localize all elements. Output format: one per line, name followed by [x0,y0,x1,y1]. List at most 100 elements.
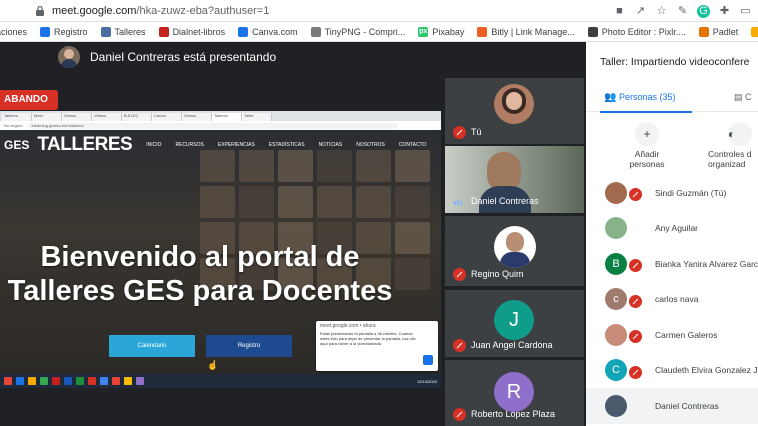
muted-mic-icon [629,188,642,201]
star-icon[interactable]: ☆ [655,5,668,18]
bookmark-label: Canva.com [252,26,298,37]
bookmark-label: aciones [0,26,28,37]
participant-name: Bianka Yanira Alvarez Garcia [655,258,758,269]
bookmark-item[interactable]: Padlet [698,26,739,37]
muted-mic-icon [629,294,642,308]
bookmark-item[interactable]: Canva.com [238,26,298,37]
bookmark-item[interactable]: Photo Editor : Pixlr.... [587,26,686,37]
participant-avatar: B [605,252,627,275]
shared-tab: Videos [62,113,92,121]
meeting-title: Taller: Impartiendo videoconfere [600,56,750,68]
tile-name: Juan Angel Cardona [471,340,553,350]
chat-icon: ▤ [734,92,743,102]
shared-url: elearning.gestec.edu/talleres/ [28,122,399,129]
site-menu-item: CONTACTO [398,142,427,148]
participant-avatar [605,323,627,346]
add-people-button[interactable]: + Añadir personas [622,122,672,169]
muted-mic-icon [453,339,466,352]
participant-avatar: C [605,359,627,382]
bookmark-label: Dialnet-libros [172,26,226,37]
tile-roberto-lopez-plaza[interactable]: R Roberto Lopez Plaza [445,360,584,426]
eyedropper-icon[interactable]: ✎ [676,5,689,18]
tab-chat[interactable]: ▤ C [734,92,752,103]
host-controls-button[interactable]: ◐ Controles d organizad [708,122,758,169]
recording-badge: ABANDO [0,90,58,110]
tile-self[interactable]: Tú [445,78,584,144]
tile-name: Tú [471,127,482,137]
tile-juan-angel-cardona[interactable]: J Juan Angel Cardona [445,290,584,357]
tile-regino-quim[interactable]: Regino Quim [445,216,584,286]
extensions-icon[interactable]: ✚ [718,5,731,18]
lock-icon[interactable] [34,5,46,17]
bookmark-item[interactable]: px Pixabay [418,26,465,37]
participant-avatar [605,181,627,204]
bookmark-label: Bitly | Link Manage... [491,26,575,37]
participant-row[interactable]: c carlos nava [586,282,758,318]
bookmark-favicon-icon [238,26,249,37]
share-icon[interactable]: ↗ [634,5,647,18]
participant-name: Claudeth Elvira Gonzalez Jac [655,365,758,376]
tab-people[interactable]: 👥 Personas (35) [600,92,692,113]
participant-row[interactable]: Daniel Contreras [586,388,758,424]
participant-row[interactable]: Sindi Guzmán (Tú) [586,175,758,211]
presenting-notification: meet.google.com • ahora Estás presentand… [316,321,438,371]
site-menu-item: NOTICIAS [318,142,343,148]
muted-mic-icon [453,126,466,139]
bookmark-item[interactable]: TinyPNG - Compri... [310,26,406,37]
participant-row[interactable]: Carmen Galeros [586,317,758,353]
bookmark-item[interactable]: Bitly | Link Manage... [477,26,575,37]
hand-cursor-icon: ☝ [207,360,219,370]
tile-daniel-contreras[interactable]: Daniel Contreras [445,146,584,213]
panel-tabs: 👥 Personas (35) ▤ C [586,88,758,113]
presenter-banner: Daniel Contreras está presentando [58,46,276,68]
not-secure-label: No seguro [4,123,23,128]
bookmark-label: Registro [54,26,88,37]
presenter-avatar [58,46,80,68]
bookmark-favicon-icon [477,26,488,37]
site-menu: INICIO RECURSOS EXPERIENCIAS ESTADÍSTICAS NO… [146,142,426,148]
shared-tabs: Talleres Meet Videos Videos B-ELEC Canva Video… [0,111,441,121]
shared-tab: Videos [182,113,212,121]
meet-icon [423,355,433,365]
bookmark-label: Padlet [712,26,739,37]
bookmark-favicon-icon [158,26,169,37]
bookmark-label: Photo Editor : Pixlr.... [601,26,686,37]
participant-row[interactable]: Any Aguilar [586,211,758,247]
bookmark-label: TinyPNG - Compri... [324,26,406,37]
bookmark-favicon-icon: px [418,26,429,37]
participant-row[interactable]: C Claudeth Elvira Gonzalez Jac [586,353,758,389]
people-panel: Taller: Impartiendo videoconfere 👥 Perso… [586,42,758,426]
shared-tab: Videos [92,113,122,121]
shared-tab: Meet [32,113,62,121]
bookmark-label: Pixabay [432,26,465,37]
bookmarks-bar: aciones Registro Talleres Dialnet-libros Can… [0,22,758,42]
cast-icon[interactable]: ▭ [739,5,752,18]
shared-tab: Taller [242,113,272,121]
tab-people-label: Personas (35) [618,92,676,102]
bookmark-favicon-icon [100,26,111,37]
bookmark-item[interactable]: Talleres [100,26,146,37]
participant-row[interactable]: B Bianka Yanira Alvarez Garcia [586,246,758,282]
site-menu-item: INICIO [146,142,162,148]
site-menu-item: NOSOTROS [356,142,385,148]
muted-mic-icon [629,259,642,272]
participant-list: Sindi Guzmán (Tú) Any Aguilar B Bianka Yani… [586,175,758,424]
participant-avatar [605,217,627,240]
site-nav: GES TALLERES INICIO RECURSOS EXPERIENCIAS E… [0,130,441,160]
bookmark-item[interactable]: Dialnet-libros [158,26,226,37]
shared-tab: Talleres [212,113,242,121]
participant-avatar [605,394,627,417]
muted-mic-icon [453,408,466,421]
tile-name: Roberto Lopez Plaza [471,409,556,419]
bookmark-item[interactable]: aciones [0,27,27,37]
shared-clock: 12/10/2020 [416,378,437,384]
muted-mic-icon [629,330,642,343]
grammarly-icon[interactable]: G [697,4,710,18]
url-text[interactable]: meet.google.com/hka-zuwz-eba?authuser=1 [52,5,269,17]
toggle-icon: ◐ [728,122,752,146]
bookmark-item[interactable]: Plantilla gratis de P... [751,26,758,37]
camera-icon[interactable]: ■ [613,5,626,18]
bookmark-favicon-icon [698,26,709,37]
bookmark-item[interactable]: Registro [40,26,88,37]
bookmark-favicon-icon [310,26,321,37]
